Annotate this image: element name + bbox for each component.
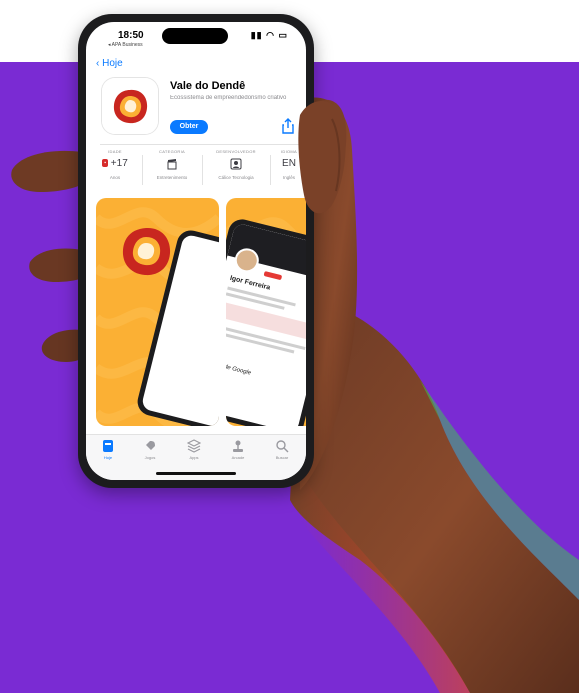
app-screenshot-2[interactable]: Igor Ferreira Links de Google xyxy=(226,198,306,426)
divider xyxy=(202,155,203,185)
age-rating-icon: ▪ xyxy=(102,159,109,168)
developer-icon xyxy=(230,158,242,170)
status-carrier: ◂ APA Business xyxy=(108,42,143,48)
info-card xyxy=(226,302,306,340)
tab-search[interactable]: Buscar xyxy=(264,439,300,460)
tab-label: Buscar xyxy=(275,455,289,460)
status-bar: 18:50 ◂ APA Business ▮▮ ◠ ▭ xyxy=(104,30,292,48)
status-time: 18:50 xyxy=(118,30,144,41)
tab-today[interactable]: Hoje xyxy=(90,439,126,460)
tab-label: Arcade xyxy=(231,455,245,460)
app-screenshot-1[interactable] xyxy=(96,198,219,426)
info-caption: CATEGORIA xyxy=(159,149,185,154)
phone-mockup: Igor Ferreira Links de Google xyxy=(226,216,306,426)
tab-games[interactable]: Jogos xyxy=(132,439,168,460)
info-category: CATEGORIA Entretenimento xyxy=(144,149,200,191)
follow-badge xyxy=(263,271,283,281)
search-icon xyxy=(276,440,289,453)
rocket-icon xyxy=(146,441,155,450)
divider xyxy=(100,144,306,145)
divider xyxy=(142,155,143,185)
tab-arcade[interactable]: Arcade xyxy=(220,439,256,460)
phone-screen: 18:50 ◂ APA Business ▮▮ ◠ ▭ ‹ Hoje Vale … xyxy=(86,22,306,480)
app-icon xyxy=(102,78,158,134)
info-caption: IDADE xyxy=(108,149,122,154)
home-indicator xyxy=(156,472,236,475)
divider xyxy=(270,155,271,185)
back-label: Hoje xyxy=(102,58,123,69)
info-row: IDADE ▪ +17 Anos CATEGORIA Entreteniment… xyxy=(86,149,306,191)
status-icons: ▮▮ ◠ ▭ xyxy=(250,30,288,40)
tab-label: Jogos xyxy=(144,455,156,460)
info-age: IDADE ▪ +17 Anos xyxy=(90,149,140,191)
info-sub: Cálice Tecnologia xyxy=(218,175,254,180)
info-developer: DESENVOLVEDOR Cálice Tecnologia xyxy=(204,149,268,191)
links-caption: Links de Google xyxy=(226,360,252,377)
joystick-icon xyxy=(233,440,243,452)
app-title: Vale do Dendê xyxy=(170,80,246,92)
finger-1 xyxy=(11,150,82,192)
thumb-overlay xyxy=(298,101,346,214)
info-value: +17 xyxy=(110,158,128,169)
clapperboard-icon xyxy=(167,159,177,170)
get-button[interactable]: Obter xyxy=(170,120,208,134)
tab-label: Hoje xyxy=(103,455,113,460)
app-subtitle: Ecossistema de empreendedorismo criativo xyxy=(170,95,287,101)
tab-label: Apps xyxy=(189,455,199,460)
phone-frame: 18:50 ◂ APA Business ▮▮ ◠ ▭ ‹ Hoje Vale … xyxy=(78,14,314,488)
back-button[interactable]: ‹ Hoje xyxy=(96,58,123,69)
finger-2 xyxy=(29,248,82,282)
finger-3 xyxy=(41,329,82,362)
today-icon xyxy=(103,440,113,452)
apps-stack-icon xyxy=(187,439,201,453)
info-sub: Anos xyxy=(109,175,121,180)
vale-do-dende-logo-icon xyxy=(122,227,171,276)
vale-do-dende-logo-icon xyxy=(102,78,158,134)
tab-apps[interactable]: Apps xyxy=(176,439,212,460)
info-sub: Entretenimento xyxy=(156,175,188,180)
info-caption: DESENVOLVEDOR xyxy=(216,149,256,154)
